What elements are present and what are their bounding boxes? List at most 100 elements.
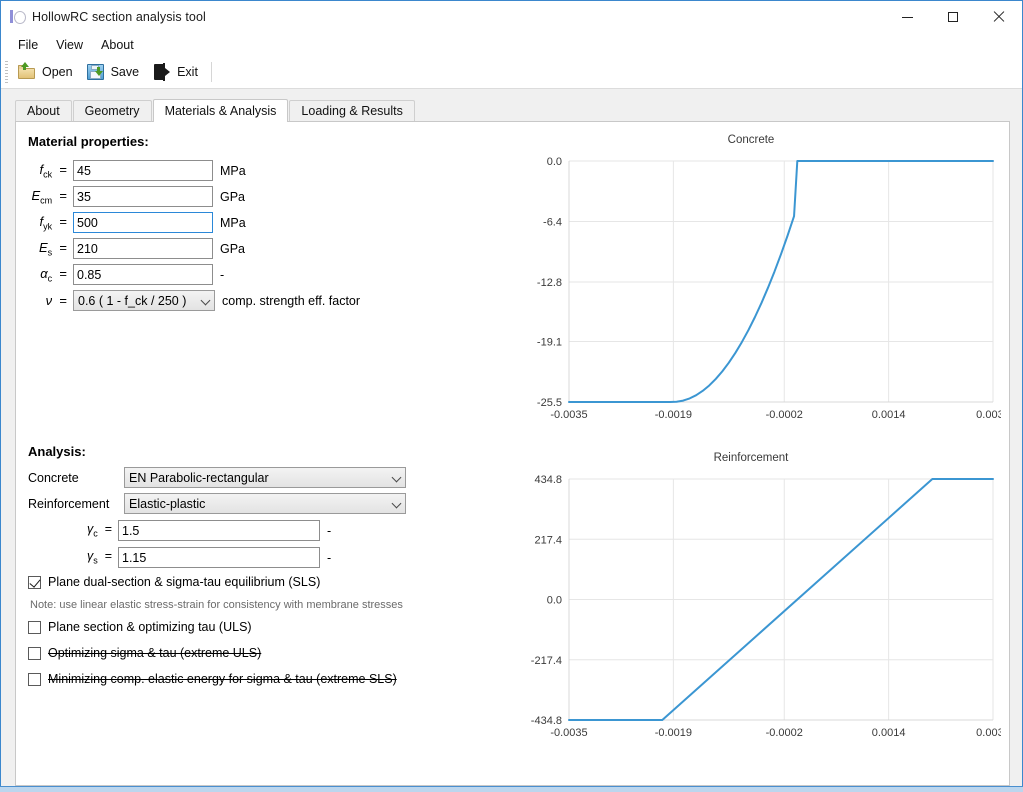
gamma-s-unit: - [327, 550, 332, 565]
maximize-button[interactable] [930, 1, 976, 33]
svg-text:434.8: 434.8 [534, 474, 562, 486]
analysis-concrete-row: Concrete EN Parabolic-rectangular [28, 467, 406, 488]
option-sls-dual-section-label: Plane dual-section & sigma-tau equilibri… [48, 575, 321, 589]
alpha-c-unit: - [220, 267, 225, 282]
tab-about[interactable]: About [15, 100, 72, 121]
reinforcement-chart-plot: -0.0035 -0.0019 -0.0002 0.0014 0.0030 -434.8 -… [531, 474, 1001, 739]
ecm-label: Ecm = [31, 187, 68, 206]
fyk-label: fyk = [39, 213, 67, 232]
minimize-icon [901, 16, 913, 18]
svg-text:0.0030: 0.0030 [976, 727, 1001, 739]
background-window-strip [0, 786, 1023, 792]
svg-text:0.0014: 0.0014 [872, 727, 906, 739]
menu-bar: File View About [1, 33, 1022, 56]
svg-text:0.0030: 0.0030 [976, 409, 1001, 421]
fck-unit: MPa [220, 163, 246, 178]
floppy-disk-icon [86, 62, 106, 82]
checkbox-uls-plane-section[interactable] [28, 620, 41, 634]
minimize-button[interactable] [884, 1, 930, 33]
option-extreme-uls[interactable]: Optimizing sigma & tau (extreme ULS) [28, 646, 261, 660]
nu-unit: comp. strength eff. factor [222, 293, 361, 308]
option-extreme-uls-label: Optimizing sigma & tau (extreme ULS) [48, 646, 262, 660]
alpha-c-label: αc = [40, 265, 67, 284]
reinforcement-chart: Reinforcement -0.0035 -0.0019 -0.0002 0.001… [501, 452, 1001, 752]
fyk-input[interactable] [73, 212, 213, 233]
svg-text:-0.0002: -0.0002 [766, 727, 803, 739]
tab-content-panel: Material properties: fck = MPa Ecm = GPa… [15, 121, 1010, 786]
checkbox-sls-dual-section[interactable] [28, 575, 41, 589]
svg-text:-12.8: -12.8 [537, 277, 562, 289]
gamma-s-row: γs = - [28, 547, 331, 568]
svg-text:-6.4: -6.4 [543, 216, 562, 228]
es-input[interactable] [73, 238, 213, 259]
chevron-down-icon [388, 474, 405, 481]
option-extreme-sls-label: Minimizing comp. elastic energy for sigm… [48, 672, 397, 686]
material-properties-heading: Material properties: [28, 134, 149, 149]
gamma-s-label: γs = [87, 549, 112, 566]
tab-geometry[interactable]: Geometry [72, 100, 152, 121]
tab-bar: About Geometry Materials & Analysis Load… [1, 99, 1022, 122]
analysis-heading: Analysis: [28, 444, 86, 459]
toolbar-grip[interactable] [5, 61, 8, 83]
checkbox-extreme-uls[interactable] [28, 646, 41, 660]
analysis-reinforcement-row: Reinforcement Elastic-plastic [28, 493, 406, 514]
field-row-es: Es = GPa [22, 238, 245, 259]
ecm-unit: GPa [220, 189, 246, 204]
app-icon [8, 8, 26, 26]
svg-text:0.0: 0.0 [547, 156, 562, 168]
open-button[interactable]: Open [12, 58, 81, 86]
close-button[interactable] [976, 1, 1022, 33]
fyk-unit: MPa [220, 215, 246, 230]
field-row-alpha-c: αc = - [22, 264, 224, 285]
save-button[interactable]: Save [81, 58, 148, 86]
svg-text:-0.0035: -0.0035 [550, 409, 587, 421]
menu-item-view[interactable]: View [47, 36, 92, 54]
toolbar: Open Save Exit [1, 56, 1022, 89]
save-button-label: Save [110, 65, 140, 79]
analysis-concrete-value: EN Parabolic-rectangular [129, 470, 269, 485]
tab-loading-results[interactable]: Loading & Results [289, 100, 415, 121]
option-extreme-sls[interactable]: Minimizing comp. elastic energy for sigm… [28, 672, 397, 686]
tab-materials-analysis[interactable]: Materials & Analysis [152, 99, 289, 122]
exit-button[interactable]: Exit [147, 58, 206, 86]
concrete-chart-plot: -0.0035 -0.0019 -0.0002 0.0014 0.0030 -25.5 -1… [537, 156, 1001, 421]
checkbox-extreme-sls[interactable] [28, 672, 41, 686]
field-row-fyk: fyk = MPa [22, 212, 246, 233]
fck-label: fck = [39, 161, 67, 180]
analysis-concrete-select[interactable]: EN Parabolic-rectangular [124, 467, 406, 488]
svg-text:-0.0002: -0.0002 [766, 409, 803, 421]
option-sls-dual-section[interactable]: Plane dual-section & sigma-tau equilibri… [28, 575, 320, 589]
toolbar-separator [210, 62, 212, 82]
close-icon [993, 11, 1005, 23]
svg-text:-19.1: -19.1 [537, 337, 562, 349]
concrete-chart-title: Concrete [727, 134, 775, 146]
option-uls-plane-section[interactable]: Plane section & optimizing tau (ULS) [28, 620, 252, 634]
analysis-concrete-label: Concrete [28, 470, 79, 485]
nu-select-value: 0.6 ( 1 - f_ck / 250 ) [78, 293, 187, 308]
fck-input[interactable] [73, 160, 213, 181]
svg-text:0.0: 0.0 [547, 595, 562, 607]
ecm-input[interactable] [73, 186, 213, 207]
svg-text:-0.0019: -0.0019 [655, 409, 692, 421]
gamma-c-input[interactable] [118, 520, 320, 541]
alpha-c-input[interactable] [73, 264, 213, 285]
option-uls-plane-section-label: Plane section & optimizing tau (ULS) [48, 620, 252, 634]
analysis-reinforcement-value: Elastic-plastic [129, 496, 206, 511]
es-unit: GPa [220, 241, 246, 256]
field-row-fck: fck = MPa [22, 160, 246, 181]
nu-select[interactable]: 0.6 ( 1 - f_ck / 250 ) [73, 290, 215, 311]
analysis-reinforcement-select[interactable]: Elastic-plastic [124, 493, 406, 514]
menu-item-about[interactable]: About [92, 36, 143, 54]
gamma-s-input[interactable] [118, 547, 320, 568]
exit-button-label: Exit [177, 65, 198, 79]
svg-text:-434.8: -434.8 [531, 715, 562, 727]
title-bar: HollowRC section analysis tool [1, 1, 1022, 33]
chevron-down-icon [388, 500, 405, 507]
svg-text:217.4: 217.4 [534, 534, 562, 546]
window-controls [884, 1, 1022, 33]
open-button-label: Open [42, 65, 73, 79]
menu-item-file[interactable]: File [9, 36, 47, 54]
maximize-icon [948, 12, 958, 22]
gamma-c-unit: - [327, 523, 332, 538]
folder-open-icon [17, 62, 37, 82]
